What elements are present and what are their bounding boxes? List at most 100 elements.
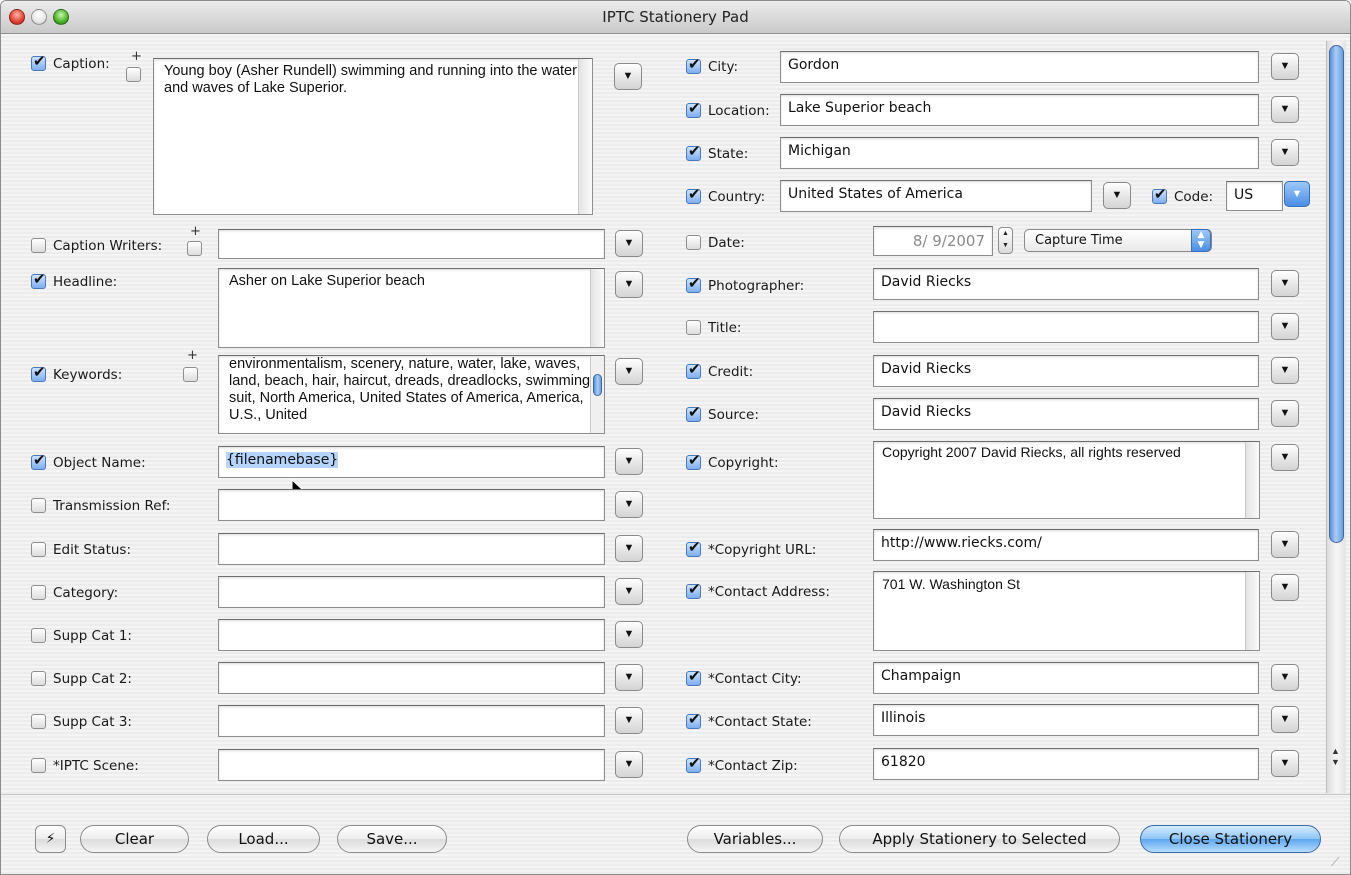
category-popup-button[interactable]: ▼: [615, 578, 643, 605]
save-button[interactable]: Save...: [337, 825, 447, 853]
credit-checkbox[interactable]: [686, 360, 701, 379]
credit-popup-button[interactable]: ▼: [1271, 357, 1299, 384]
edit-status-input[interactable]: [218, 533, 605, 565]
supp-cat-3-checkbox[interactable]: [31, 714, 46, 729]
contact-city-input[interactable]: Champaign: [873, 662, 1259, 694]
caption-textarea[interactable]: Young boy (Asher Rundell) swimming and r…: [153, 58, 593, 215]
zoom-window-button[interactable]: [53, 9, 69, 25]
photographer-popup-button[interactable]: ▼: [1271, 270, 1299, 297]
copyright-url-checkbox[interactable]: [686, 538, 701, 557]
code-popup-button[interactable]: ▼: [1284, 181, 1310, 207]
city-input[interactable]: Gordon: [780, 51, 1259, 83]
contact-city-checkbox[interactable]: [686, 667, 701, 686]
contact-state-popup-button[interactable]: ▼: [1271, 706, 1299, 733]
keywords-scrollbar[interactable]: [590, 356, 604, 433]
caption-checkbox[interactable]: [31, 52, 46, 71]
location-popup-button[interactable]: ▼: [1271, 96, 1299, 123]
category-checkbox[interactable]: [31, 585, 46, 600]
minimize-window-button[interactable]: [31, 9, 47, 25]
category-input[interactable]: [218, 576, 605, 608]
quick-apply-lightning-button[interactable]: ⚡: [35, 825, 66, 853]
supp-cat-1-input[interactable]: [218, 619, 605, 651]
close-stationery-button[interactable]: Close Stationery: [1140, 825, 1321, 853]
caption-writers-checkbox[interactable]: [31, 238, 46, 253]
contact-address-scrollbar[interactable]: [1245, 572, 1259, 650]
main-scroll-thumb[interactable]: [1329, 45, 1344, 543]
caption-writers-input[interactable]: [218, 229, 605, 259]
caption-writers-add-icon[interactable]: +: [190, 224, 201, 239]
date-source-select[interactable]: Capture Time ▲ ▼: [1024, 229, 1212, 252]
state-popup-button[interactable]: ▼: [1271, 139, 1299, 166]
country-popup-button[interactable]: ▼: [1103, 182, 1131, 209]
keywords-append-checkbox[interactable]: [183, 367, 198, 382]
date-checkbox[interactable]: [686, 235, 701, 250]
transmission-ref-input[interactable]: [218, 489, 605, 521]
caption-popup-button[interactable]: ▼: [614, 63, 642, 90]
supp-cat-3-popup-button[interactable]: ▼: [615, 707, 643, 734]
variables-button[interactable]: Variables...: [687, 825, 823, 853]
keywords-checkbox[interactable]: [31, 363, 46, 382]
object-name-popup-button[interactable]: ▼: [615, 448, 643, 475]
supp-cat-1-checkbox[interactable]: [31, 628, 46, 643]
copyright-scrollbar[interactable]: [1245, 442, 1259, 518]
contact-address-popup-button[interactable]: ▼: [1271, 574, 1299, 601]
copyright-textarea[interactable]: Copyright 2007 David Riecks, all rights …: [873, 441, 1260, 519]
contact-zip-checkbox[interactable]: [686, 754, 701, 773]
headline-popup-button[interactable]: ▼: [615, 271, 643, 298]
caption-add-icon[interactable]: +: [131, 49, 142, 64]
supp-cat-2-input[interactable]: [218, 662, 605, 694]
headline-textarea[interactable]: Asher on Lake Superior beach: [218, 268, 605, 348]
contact-state-checkbox[interactable]: [686, 710, 701, 729]
country-checkbox[interactable]: [686, 185, 701, 204]
photographer-input[interactable]: David Riecks: [873, 268, 1259, 300]
supp-cat-1-popup-button[interactable]: ▼: [615, 621, 643, 648]
edit-status-checkbox[interactable]: [31, 542, 46, 557]
copyright-checkbox[interactable]: [686, 451, 701, 470]
code-checkbox[interactable]: [1152, 185, 1167, 204]
contact-city-popup-button[interactable]: ▼: [1271, 664, 1299, 691]
caption-scrollbar[interactable]: [578, 59, 592, 214]
resize-grip-icon[interactable]: ⟋: [1331, 855, 1339, 870]
supp-cat-2-checkbox[interactable]: [31, 671, 46, 686]
title-checkbox[interactable]: [686, 320, 701, 335]
contact-zip-popup-button[interactable]: ▼: [1271, 750, 1299, 777]
headline-checkbox[interactable]: [31, 270, 46, 289]
city-checkbox[interactable]: [686, 55, 701, 74]
location-checkbox[interactable]: [686, 99, 701, 118]
credit-input[interactable]: David Riecks: [873, 355, 1259, 387]
date-stepper[interactable]: ▲ ▼: [998, 227, 1013, 254]
state-input[interactable]: Michigan: [780, 137, 1259, 169]
contact-address-textarea[interactable]: 701 W. Washington St: [873, 571, 1260, 651]
source-checkbox[interactable]: [686, 403, 701, 422]
keywords-scroll-thumb[interactable]: [593, 374, 602, 396]
transmission-ref-popup-button[interactable]: ▼: [615, 491, 643, 518]
date-input[interactable]: 8/ 9/2007: [873, 226, 993, 256]
code-input[interactable]: US: [1226, 181, 1283, 211]
keywords-add-icon[interactable]: +: [187, 348, 198, 363]
location-input[interactable]: Lake Superior beach: [780, 94, 1259, 126]
load-button[interactable]: Load...: [207, 825, 320, 853]
main-scrollbar[interactable]: ▲ ▼: [1326, 41, 1346, 793]
contact-state-input[interactable]: Illinois: [873, 704, 1259, 736]
clear-button[interactable]: Clear: [80, 825, 189, 853]
source-input[interactable]: David Riecks: [873, 398, 1259, 430]
contact-zip-input[interactable]: 61820: [873, 748, 1259, 780]
scroll-arrows-icon[interactable]: ▲ ▼: [1331, 746, 1340, 768]
apply-stationery-button[interactable]: Apply Stationery to Selected: [839, 825, 1120, 853]
copyright-popup-button[interactable]: ▼: [1271, 444, 1299, 471]
photographer-checkbox[interactable]: [686, 274, 701, 293]
country-input[interactable]: United States of America: [780, 180, 1092, 212]
copyright-url-input[interactable]: http://www.riecks.com/: [873, 529, 1259, 561]
copyright-url-popup-button[interactable]: ▼: [1271, 531, 1299, 558]
object-name-checkbox[interactable]: [31, 451, 46, 470]
city-popup-button[interactable]: ▼: [1271, 53, 1299, 80]
headline-scrollbar[interactable]: [590, 269, 604, 347]
close-window-button[interactable]: [9, 9, 25, 25]
state-checkbox[interactable]: [686, 142, 701, 161]
title-input[interactable]: [873, 311, 1259, 343]
keywords-popup-button[interactable]: ▼: [615, 358, 643, 385]
source-popup-button[interactable]: ▼: [1271, 400, 1299, 427]
supp-cat-3-input[interactable]: [218, 705, 605, 737]
iptc-scene-input[interactable]: [218, 749, 605, 781]
edit-status-popup-button[interactable]: ▼: [615, 535, 643, 562]
